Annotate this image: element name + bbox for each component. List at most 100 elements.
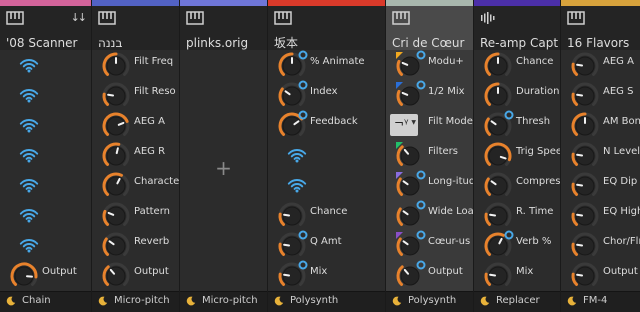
device-type-label: Polysynth bbox=[290, 295, 339, 306]
param-cell: Feedback bbox=[268, 110, 385, 140]
knob[interactable] bbox=[569, 200, 601, 230]
param-cell: Chance bbox=[474, 50, 560, 80]
param-label: Modu+ bbox=[428, 56, 464, 67]
param-cell: Output bbox=[386, 260, 473, 290]
device-footer[interactable]: Micro-pitch bbox=[92, 291, 179, 312]
param-label: Compress bbox=[516, 176, 560, 187]
add-param-icon[interactable]: + bbox=[180, 158, 267, 178]
param-area: % Animate Index Feedback Chance Q Amt Mix bbox=[268, 50, 385, 292]
device-header[interactable]: בננה bbox=[92, 6, 179, 50]
knob[interactable] bbox=[276, 200, 308, 230]
device-header[interactable]: ↓↓ '08 Scanner bbox=[0, 6, 91, 50]
knob[interactable] bbox=[482, 200, 514, 230]
param-label: % Animate bbox=[310, 56, 365, 67]
param-label: Reverb bbox=[134, 236, 170, 247]
knob[interactable] bbox=[569, 80, 601, 110]
param-cell: Index bbox=[268, 80, 385, 110]
knob[interactable] bbox=[100, 260, 132, 290]
device-footer[interactable]: Replacer bbox=[474, 291, 560, 312]
param-area: AEG A AEG S AM Bonus N Level EQ Dip EQ Highs C… bbox=[561, 50, 640, 292]
param-cell: Pattern bbox=[92, 200, 179, 230]
device-header[interactable]: 坂本 bbox=[268, 6, 385, 50]
knob[interactable] bbox=[569, 50, 601, 80]
device-footer[interactable]: FM-4 bbox=[561, 291, 640, 312]
param-cell bbox=[0, 50, 91, 80]
param-label: Wide Load bbox=[428, 206, 473, 217]
knob[interactable] bbox=[482, 110, 514, 140]
knob[interactable] bbox=[482, 80, 514, 110]
knob[interactable] bbox=[482, 260, 514, 290]
chevron-down-icon: ▼ bbox=[411, 119, 416, 126]
param-cell: % Animate bbox=[268, 50, 385, 80]
param-label: Chance bbox=[310, 206, 348, 217]
collapse-icon[interactable]: ↓↓ bbox=[71, 11, 88, 24]
knob[interactable] bbox=[100, 80, 132, 110]
knob[interactable] bbox=[394, 230, 426, 260]
filter-mode-select[interactable]: ¬ᵞ ▼ bbox=[390, 114, 418, 136]
knob[interactable] bbox=[482, 140, 514, 170]
param-cell: Wide Load bbox=[386, 200, 473, 230]
knob[interactable] bbox=[100, 200, 132, 230]
param-label: EQ Dip bbox=[603, 176, 638, 187]
device-type-label: Micro-pitch bbox=[202, 295, 258, 306]
param-cell: Mix bbox=[268, 260, 385, 290]
knob[interactable] bbox=[569, 140, 601, 170]
knob[interactable] bbox=[482, 170, 514, 200]
param-cell: Chance bbox=[268, 200, 385, 230]
param-label: AEG R bbox=[134, 146, 166, 157]
knob[interactable] bbox=[394, 260, 426, 290]
piano-keys-icon bbox=[186, 11, 204, 25]
knob[interactable] bbox=[569, 230, 601, 260]
param-cell: Modu+ bbox=[386, 50, 473, 80]
knob[interactable] bbox=[482, 50, 514, 80]
knob[interactable] bbox=[394, 170, 426, 200]
param-cell: Verb % bbox=[474, 230, 560, 260]
knob[interactable] bbox=[100, 110, 132, 140]
param-label: Duration bbox=[516, 86, 560, 97]
knob[interactable] bbox=[394, 140, 426, 170]
param-cell bbox=[0, 200, 91, 230]
knob[interactable] bbox=[100, 50, 132, 80]
device-header[interactable]: 16 Flavors bbox=[561, 6, 640, 50]
device-header[interactable]: plinks.orig bbox=[180, 6, 267, 50]
knob[interactable] bbox=[276, 50, 308, 80]
knob[interactable] bbox=[276, 260, 308, 290]
device-column: Re-amp Capture Chance Duration Thresh Trig S… bbox=[474, 0, 560, 312]
device-footer[interactable]: Polysynth bbox=[386, 291, 473, 312]
param-cell: AEG S bbox=[561, 80, 640, 110]
param-area: Output bbox=[0, 50, 91, 292]
device-column: ↓↓ '08 Scanner Output Chain bbox=[0, 0, 91, 312]
knob[interactable] bbox=[482, 230, 514, 260]
knob[interactable] bbox=[394, 200, 426, 230]
knob[interactable] bbox=[569, 170, 601, 200]
device-footer[interactable]: Chain bbox=[0, 291, 91, 312]
knob[interactable] bbox=[100, 140, 132, 170]
device-header[interactable]: Re-amp Capture bbox=[474, 6, 560, 50]
wifi-icon bbox=[19, 149, 39, 163]
knob[interactable] bbox=[394, 80, 426, 110]
knob[interactable] bbox=[276, 80, 308, 110]
wifi-icon bbox=[19, 179, 39, 193]
param-cell: Output bbox=[92, 260, 179, 290]
device-header[interactable]: Cri de Cœur bbox=[386, 6, 473, 50]
moon-icon bbox=[274, 296, 284, 306]
param-cell: N Level bbox=[561, 140, 640, 170]
param-cell bbox=[0, 170, 91, 200]
knob[interactable] bbox=[8, 260, 40, 290]
knob[interactable] bbox=[569, 260, 601, 290]
knob[interactable] bbox=[100, 230, 132, 260]
moon-icon bbox=[567, 296, 577, 306]
device-footer[interactable]: Micro-pitch bbox=[180, 291, 267, 312]
param-area: Filt Freq Filt Reso AEG A AEG R Character Pat… bbox=[92, 50, 179, 292]
param-label: Cœur-us bbox=[428, 236, 471, 247]
param-label: N Level bbox=[603, 146, 640, 157]
knob[interactable] bbox=[100, 170, 132, 200]
param-label: Long-itude bbox=[428, 176, 473, 187]
knob[interactable] bbox=[569, 110, 601, 140]
device-footer[interactable]: Polysynth bbox=[268, 291, 385, 312]
knob[interactable] bbox=[276, 230, 308, 260]
wifi-icon bbox=[19, 239, 39, 253]
knob[interactable] bbox=[276, 110, 308, 140]
device-type-label: Chain bbox=[22, 295, 51, 306]
knob[interactable] bbox=[394, 50, 426, 80]
